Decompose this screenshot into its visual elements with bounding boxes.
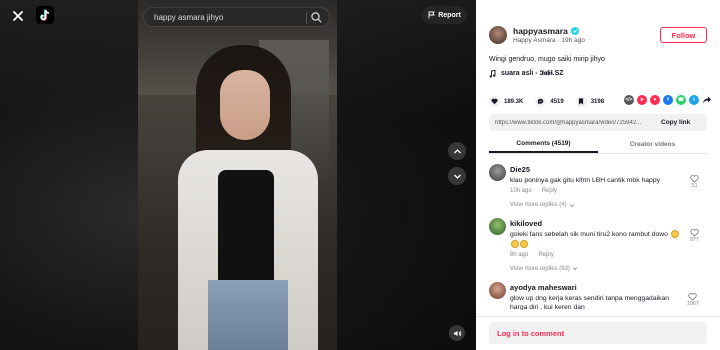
volume-icon [453, 330, 461, 336]
search-query: happy asmara jihyo [154, 12, 224, 22]
video-url[interactable]: https://www.tiktok.com/@happyasmara/vide… [489, 120, 661, 126]
next-video-button[interactable] [448, 167, 466, 185]
heart-outline-icon [690, 175, 699, 183]
author-subline: Happy Asmara · 19h ago [513, 37, 585, 44]
comment-like-count: 51 [691, 183, 698, 189]
tiktok-video-page: happy asmara jihyo Report happyasmara Ha… [0, 0, 720, 350]
repost-icon[interactable]: ♥ [650, 95, 660, 105]
like-count: 189.3K [504, 98, 524, 105]
comment-item: Die25 klau poninya gak gitu klhtn LBH ca… [489, 160, 707, 208]
comment-text: klau poninya gak gitu klhtn LBH cantik m… [510, 177, 660, 184]
avatar[interactable] [489, 26, 507, 44]
music-link[interactable]: suara asli - 𝕴𝖆𝖇𝖎.SZ [489, 70, 564, 78]
view-replies-button[interactable]: View more replies (93) [510, 266, 707, 272]
copy-link-box: https://www.tiktok.com/@happyasmara/vide… [489, 114, 707, 131]
chevron-down-icon [453, 174, 461, 179]
emoji-icon [670, 230, 679, 239]
close-button[interactable] [8, 6, 28, 26]
details-panel: happyasmara Happy Asmara · 19h ago Follo… [476, 0, 720, 350]
report-label: Report [438, 11, 461, 19]
comment-like-count: 977 [689, 237, 699, 244]
avatar[interactable] [489, 218, 506, 236]
comment-text: goleki fans sebelah sik muni tiru2 kono … [510, 230, 682, 248]
comment-like-count: 1067 [686, 300, 699, 307]
music-title: suara asli - 𝕴𝖆𝖇𝖎.SZ [501, 70, 564, 77]
comment-like-button[interactable]: 977 [690, 229, 699, 243]
comment-text: glow up dng kerja keras sendiri tanpa me… [510, 294, 670, 310]
whatsapp-icon[interactable]: ☎ [676, 95, 686, 105]
video-caption: Wingi gendruo, mugo saiki mirip jihyo [489, 56, 605, 63]
flag-icon [428, 11, 436, 19]
avatar[interactable] [489, 281, 506, 299]
chevron-up-icon [453, 148, 461, 153]
report-button[interactable]: Report [422, 6, 467, 24]
view-replies-button[interactable]: View more replies (4) [510, 202, 707, 208]
comment-list: Die25 klau poninya gak gitu klhtn LBH ca… [489, 160, 707, 310]
share-arrow-icon[interactable] [702, 95, 712, 105]
tab-comments[interactable]: Comments (4519) [489, 135, 598, 153]
comment-time: 10h ago [510, 188, 532, 195]
save-button[interactable]: 3198 [575, 96, 605, 107]
video-player[interactable] [138, 0, 337, 350]
login-to-comment-button[interactable]: Log in to comment [489, 322, 707, 344]
tab-creator-videos[interactable]: Creator videos [598, 135, 707, 153]
comment-button[interactable]: 4519 [535, 96, 564, 107]
comment-login-bar: Log in to comment [476, 316, 720, 350]
username[interactable]: happyasmara [513, 26, 568, 36]
heart-outline-icon [688, 292, 698, 301]
volume-button[interactable] [449, 325, 465, 341]
comment-count: 4519 [550, 98, 564, 105]
like-button[interactable]: 189.3K [489, 96, 523, 107]
save-count: 3198 [590, 98, 605, 105]
comment-icon [538, 98, 544, 105]
search-input[interactable]: happy asmara jihyo [143, 7, 330, 27]
reply-button[interactable]: Reply [538, 252, 553, 258]
avatar[interactable] [489, 164, 506, 181]
twitter-icon[interactable]: t [689, 95, 699, 105]
comment-item: kikiloved goleki fans sebelah sik muni t… [489, 214, 707, 272]
heart-icon [491, 98, 498, 105]
comment-like-button[interactable]: 1067 [686, 292, 699, 307]
bookmark-icon [579, 98, 584, 105]
comment-username[interactable]: ayodya maheswari [510, 278, 707, 292]
emoji-icon [520, 239, 528, 248]
copy-link-button[interactable]: Copy link [661, 119, 690, 126]
engagement-stats: 189.3K 4519 3198 [489, 96, 616, 107]
music-note-icon [489, 70, 496, 78]
verified-icon [570, 27, 579, 35]
comment-username[interactable]: Die25 [510, 160, 707, 174]
previous-video-button[interactable] [448, 142, 466, 160]
video-area: happy asmara jihyo Report [0, 0, 476, 350]
chevron-down-icon [569, 203, 574, 207]
heart-outline-icon [690, 229, 699, 237]
comment-like-button[interactable]: 51 [690, 175, 699, 189]
tiktok-logo-icon [40, 9, 50, 21]
emoji-icon [511, 239, 519, 248]
reply-button[interactable]: Reply [542, 188, 557, 194]
search-icon[interactable] [310, 11, 323, 24]
author-info[interactable]: happyasmara Happy Asmara · 19h ago [489, 26, 585, 44]
comment-time: 8h ago [510, 251, 529, 258]
tiktok-logo[interactable] [36, 6, 54, 24]
chevron-down-icon [572, 267, 578, 271]
panel-tabs: Comments (4519) Creator videos [489, 135, 707, 154]
follow-button[interactable]: Follow [660, 27, 707, 43]
close-icon [13, 11, 23, 21]
share-buttons: </> ➤ ♥ f ☎ t [624, 95, 712, 105]
comment-item: ayodya maheswari glow up dng kerja keras… [489, 278, 707, 310]
facebook-icon[interactable]: f [663, 95, 673, 105]
send-to-friends-icon[interactable]: ➤ [637, 95, 647, 105]
embed-icon[interactable]: </> [624, 95, 634, 105]
comment-username[interactable]: kikiloved [510, 214, 707, 228]
